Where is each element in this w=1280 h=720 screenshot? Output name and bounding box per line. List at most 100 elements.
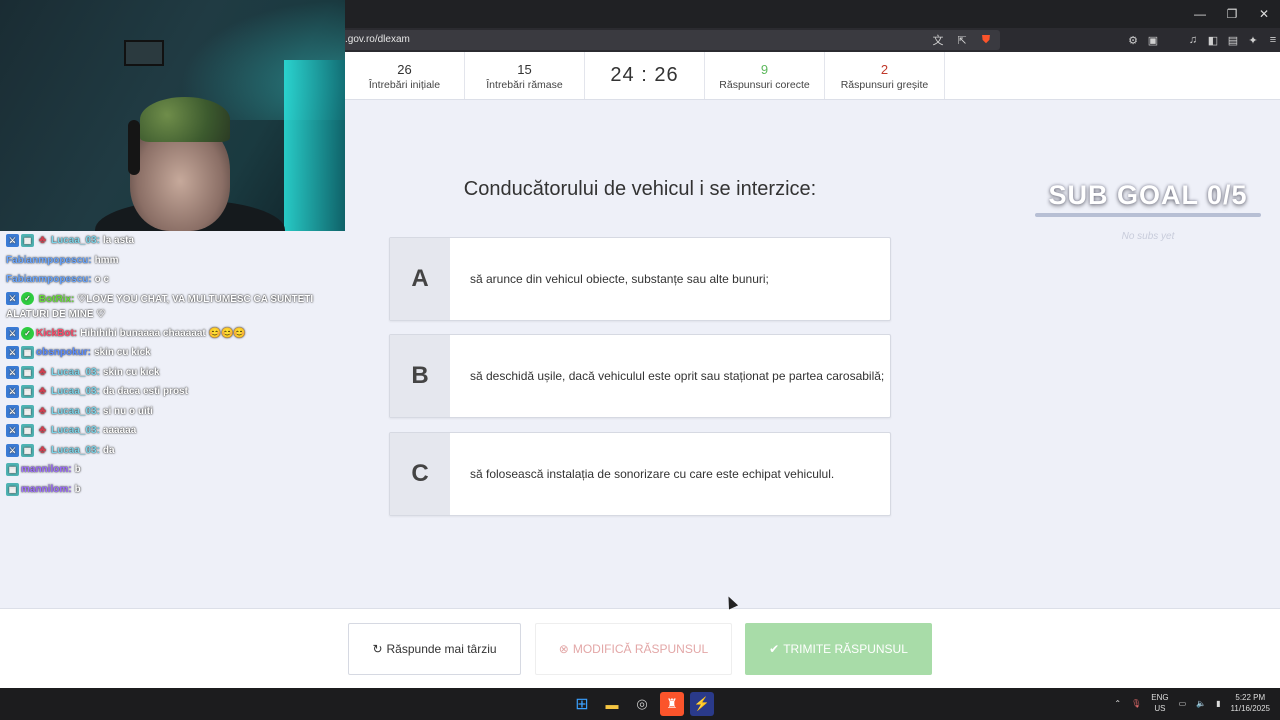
- address-bar-icons: 文 ⇱ ⛊: [930, 32, 994, 48]
- stat-wrong: 2 Răspunsuri greșite: [825, 52, 945, 99]
- file-explorer-icon[interactable]: ▬: [600, 692, 624, 716]
- chat-message: ▦ mannilom: b: [6, 460, 346, 480]
- moderator-badge-icon: ⚔: [6, 365, 19, 379]
- webcam-person-cap: [140, 97, 230, 142]
- obs-icon[interactable]: ◎: [630, 692, 654, 716]
- answer-later-label: Răspunde mai târziu: [386, 642, 497, 656]
- check-circle-icon: ✔: [769, 642, 780, 656]
- chat-text: o c: [94, 274, 110, 285]
- system-tray: ⌃ 🎙 ENG US ▭ 🔈 ▮ 5:22 PM 11/16/2025: [1114, 692, 1270, 714]
- action-bar: ↻ Răspunde mai târziu ⊗ MODIFICĂ RĂSPUNS…: [0, 608, 1280, 688]
- address-bar[interactable]: [340, 30, 1000, 50]
- sub-goal-progress-bar: [1035, 213, 1261, 217]
- restore-button[interactable]: ❐: [1216, 0, 1248, 28]
- moderator-badge-icon: ⚔: [6, 443, 19, 457]
- headphones-icon: [128, 120, 140, 175]
- screen: — ❐ ✕ .gov.ro/dlexam 文 ⇱ ⛊ ⚙ ▣ ♫ ◧ ▤ ✦ ≡…: [0, 0, 1280, 720]
- answer-letter: C: [390, 433, 450, 515]
- chat-username: Lucaa_03:: [51, 405, 100, 417]
- stat-initial: 26 Întrebări inițiale: [345, 52, 465, 99]
- chat-username: Lucaa_03:: [51, 235, 100, 246]
- sub-goal-overlay: SUB GOAL 0/5 No subs yet: [1035, 180, 1261, 242]
- modify-answer-button[interactable]: ⊗ MODIFICĂ RĂSPUNSUL: [535, 623, 732, 675]
- sub-goal-title: SUB GOAL 0/5: [1048, 180, 1248, 210]
- menu-icon[interactable]: ≡: [1265, 32, 1280, 48]
- tab-icon[interactable]: ▣: [1145, 32, 1161, 48]
- chat-text: b: [74, 483, 81, 495]
- paw-badge-icon: ♣: [38, 404, 47, 417]
- chat-username: KickBot:: [36, 327, 78, 339]
- leo-ai-icon[interactable]: ✦: [1245, 32, 1261, 48]
- brave-shield-icon[interactable]: ⛊: [978, 32, 994, 48]
- verified-badge-icon: ✓: [21, 326, 34, 340]
- translate-icon[interactable]: 文: [930, 32, 946, 48]
- clock-date: 11/16/2025: [1230, 704, 1270, 713]
- chat-message: ⚔ ▦ ♣ Lucaa_03: da: [6, 441, 346, 461]
- stat-correct: 9 Răspunsuri corecte: [705, 52, 825, 99]
- wallet-icon[interactable]: ▤: [1225, 32, 1241, 48]
- send-answer-label: TRIMITE RĂSPUNSUL: [783, 642, 908, 656]
- stat-remaining-label: Întrebări rămase: [486, 79, 563, 91]
- share-icon[interactable]: ⇱: [954, 32, 970, 48]
- chat-text: si nu o uiti: [102, 405, 153, 417]
- sub-goal-subtitle: No subs yet: [1121, 231, 1175, 242]
- answer-later-button[interactable]: ↻ Răspunde mai târziu: [348, 623, 521, 675]
- microphone-icon[interactable]: 🎙: [1131, 699, 1141, 708]
- chat-username: Lucaa_03:: [51, 425, 100, 436]
- volume-icon[interactable]: 🔈: [1196, 699, 1206, 708]
- extensions-icon[interactable]: ⚙: [1125, 32, 1141, 48]
- chat-text: la asta: [102, 235, 135, 246]
- chat-username: Lucaa_03:: [51, 386, 100, 397]
- sidebar-icon[interactable]: ◧: [1205, 32, 1221, 48]
- battery-icon[interactable]: ▮: [1216, 699, 1220, 708]
- chat-username: Lucaa_03:: [51, 366, 100, 378]
- subscriber-badge-icon: ▦: [21, 424, 34, 438]
- app-icon[interactable]: ⚡: [690, 692, 714, 716]
- chevron-up-icon[interactable]: ⌃: [1114, 699, 1121, 708]
- answer-option-b[interactable]: B să deschidă ușile, dacă vehiculul este…: [389, 334, 891, 418]
- subscriber-badge-icon: ▦: [6, 482, 19, 496]
- chat-message: ⚔ ▦ ♣ Lucaa_03: da daca esti prost: [6, 382, 346, 402]
- moderator-badge-icon: ⚔: [6, 234, 19, 248]
- chat-message: Fabianmpopescu: o c: [6, 270, 346, 290]
- subscriber-badge-icon: ▦: [21, 234, 34, 248]
- chat-message: ⚔ ▦ ♣ Lucaa_03: aaaaaa: [6, 421, 346, 441]
- chat-username: Fabianmpopescu:: [6, 274, 92, 285]
- answer-letter: B: [390, 335, 450, 417]
- webcam-overlay: [0, 0, 345, 231]
- chat-message: ⚔ ▦ ♣ Lucaa_03: la asta: [6, 231, 346, 251]
- webcam-wall-frame: [124, 40, 164, 66]
- paw-badge-icon: ♣: [38, 424, 47, 437]
- music-icon[interactable]: ♫: [1185, 32, 1201, 48]
- close-button[interactable]: ✕: [1248, 0, 1280, 28]
- paw-badge-icon: ♣: [38, 385, 47, 398]
- paw-badge-icon: ♣: [38, 365, 47, 378]
- moderator-badge-icon: ⚔: [6, 385, 19, 399]
- chat-text: skin cu kick: [94, 347, 151, 358]
- paw-badge-icon: ♣: [38, 234, 47, 247]
- chat-text: aaaaaa: [102, 425, 137, 436]
- network-icon[interactable]: ▭: [1179, 699, 1187, 708]
- chat-username: BotRix:: [38, 293, 75, 305]
- moderator-badge-icon: ⚔: [6, 326, 19, 340]
- subscriber-badge-icon: ▦: [21, 346, 34, 360]
- send-answer-button[interactable]: ✔ TRIMITE RĂSPUNSUL: [745, 623, 932, 675]
- chat-text: b: [74, 464, 81, 475]
- windows-start-icon[interactable]: ⊞: [570, 692, 594, 716]
- chat-text: da: [102, 444, 115, 456]
- taskbar-clock[interactable]: 5:22 PM 11/16/2025: [1231, 692, 1270, 714]
- answer-option-c[interactable]: C să folosească instalația de sonorizare…: [389, 432, 891, 516]
- windows-taskbar: ⊞ ▬ ◎ ♜ ⚡ ⌃ 🎙 ENG US ▭ 🔈 ▮ 5:22 PM 11/16…: [0, 688, 1280, 720]
- subscriber-badge-icon: ▦: [21, 404, 34, 418]
- moderator-badge-icon: ⚔: [6, 424, 19, 438]
- language-indicator[interactable]: ENG US: [1151, 692, 1168, 714]
- countdown-timer: 24 : 26: [585, 52, 705, 99]
- answer-option-a[interactable]: A să arunce din vehicul obiecte, substan…: [389, 237, 891, 321]
- chat-overlay: ⚔ ▦ ♣ Lucaa_03: la asta Fabianmpopescu: hmm …: [6, 231, 346, 499]
- brave-browser-icon[interactable]: ♜: [660, 692, 684, 716]
- address-text[interactable]: .gov.ro/dlexam: [345, 34, 410, 45]
- stat-initial-value: 26: [397, 62, 412, 77]
- chat-message: ▦ mannilom: b: [6, 480, 346, 500]
- minimize-button[interactable]: —: [1184, 0, 1216, 28]
- close-circle-icon: ⊗: [558, 642, 569, 656]
